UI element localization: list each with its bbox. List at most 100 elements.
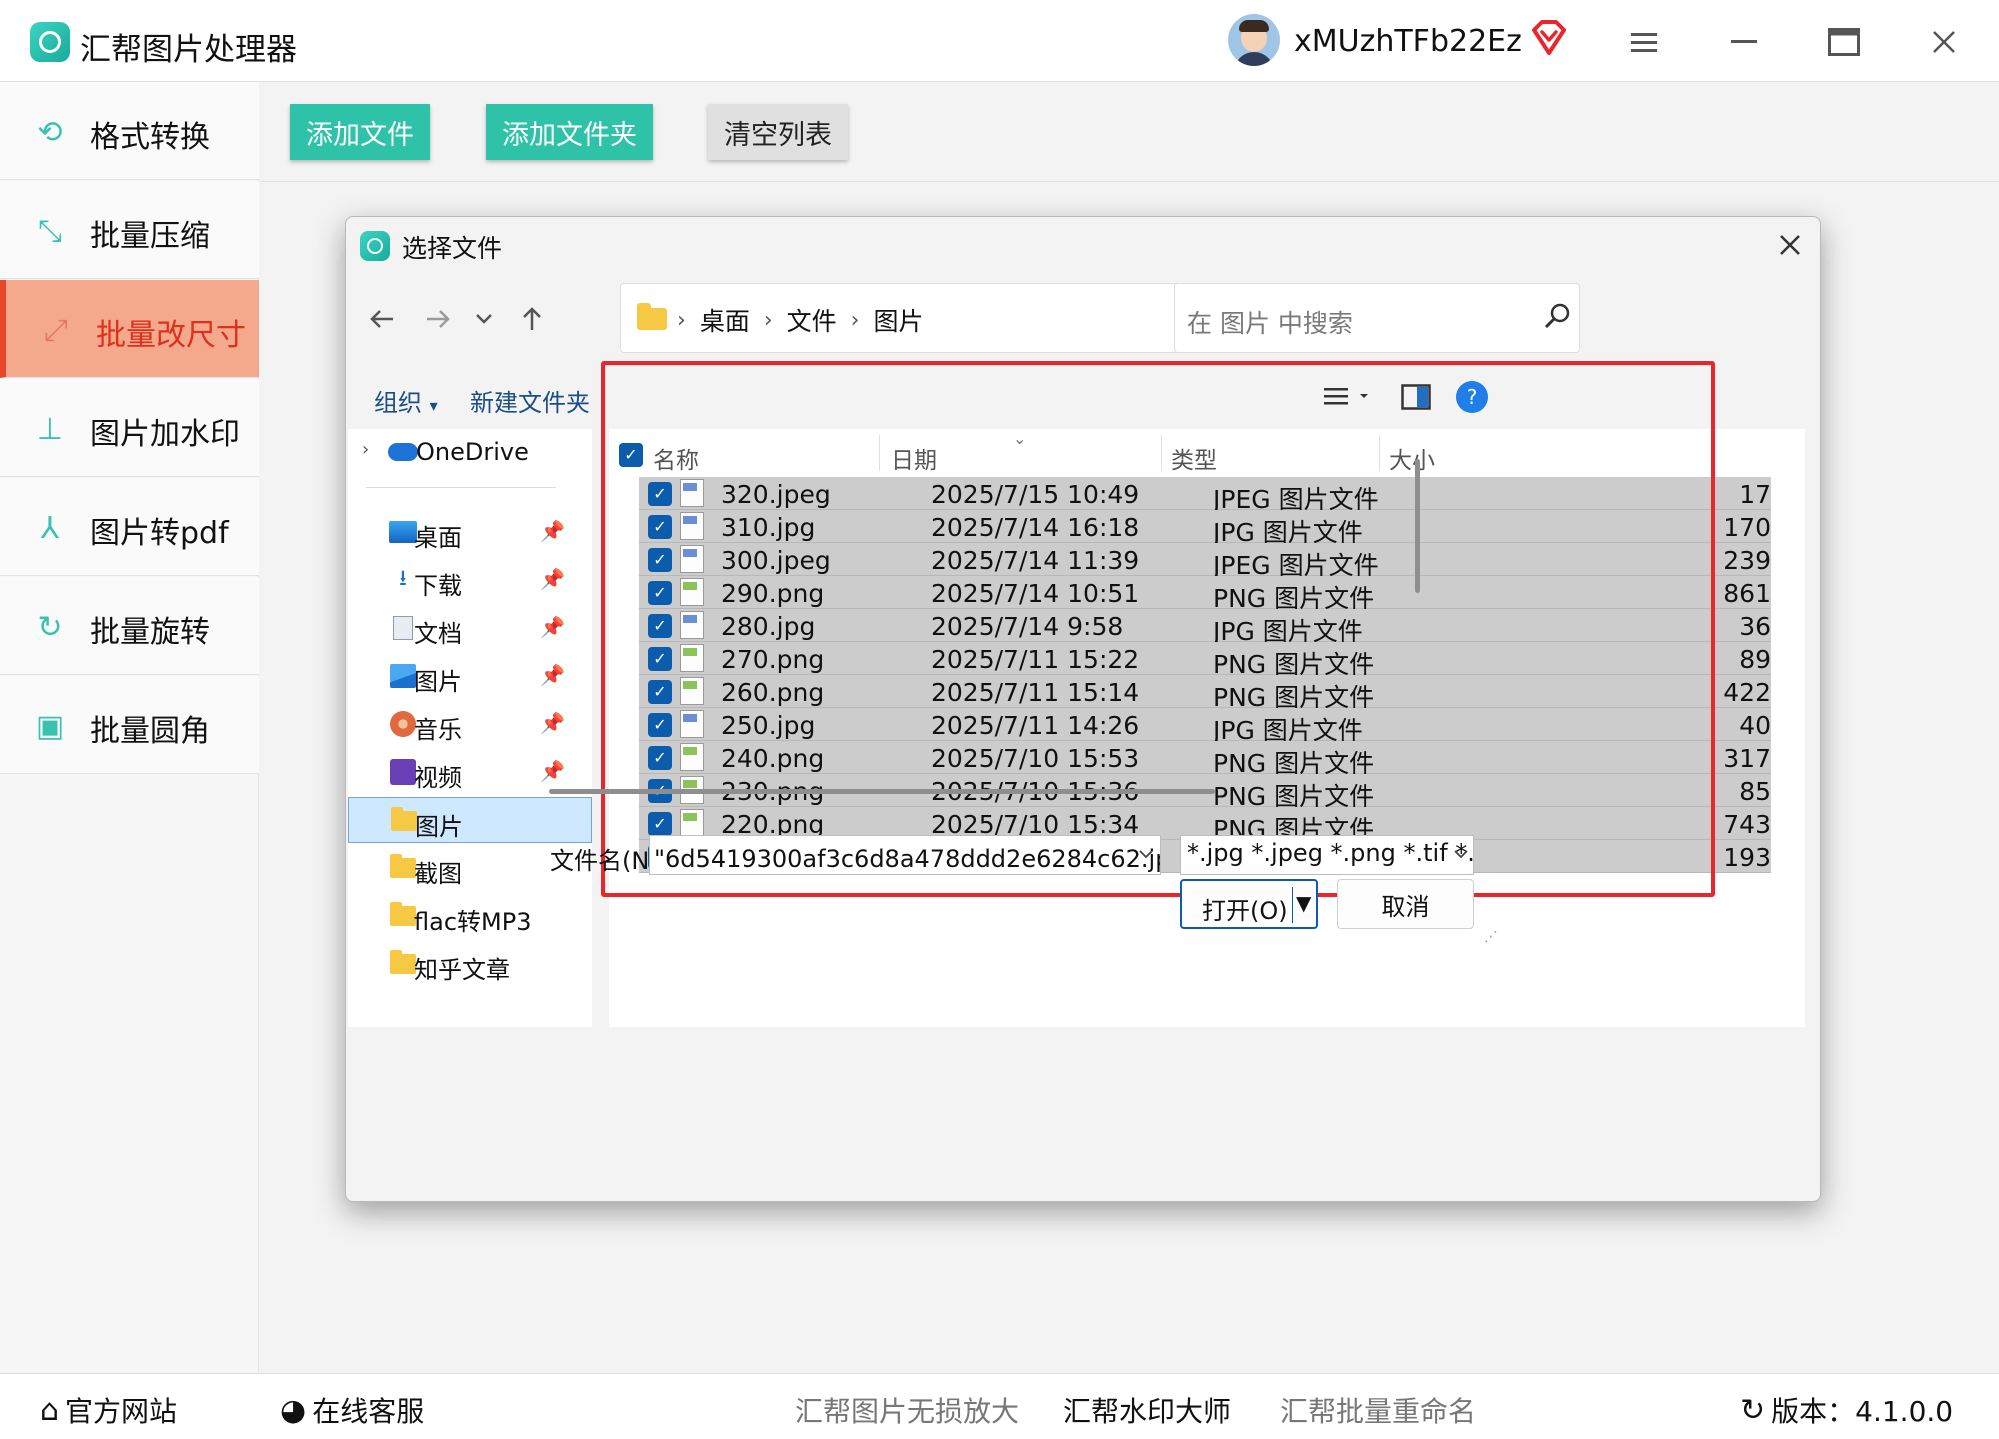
row-checkbox[interactable]: ✓ bbox=[648, 746, 672, 770]
open-button[interactable]: 打开(O) ▼ bbox=[1180, 879, 1318, 929]
filename-input[interactable]: "6d5419300af3c6d8a478ddd2e6284c62.jpeg" … bbox=[649, 835, 1161, 875]
clear-list-button[interactable]: 清空列表 bbox=[708, 104, 848, 160]
nav-item-downloads[interactable]: ⭳ 下载 📌 bbox=[348, 557, 592, 603]
close-icon[interactable] bbox=[1924, 22, 1964, 62]
search-icon[interactable] bbox=[1541, 300, 1573, 336]
vip-diamond-icon[interactable] bbox=[1530, 20, 1568, 56]
breadcrumb-item-files[interactable]: 文件 bbox=[787, 302, 837, 338]
expand-chevron-icon[interactable]: › bbox=[362, 439, 369, 460]
file-name: 250.jpg bbox=[721, 711, 816, 740]
pin-icon[interactable]: 📌 bbox=[540, 567, 565, 591]
table-row[interactable]: ✓ 320.jpeg 2025/7/15 10:49 JPEG 图片文件 17 bbox=[639, 477, 1771, 514]
column-divider[interactable] bbox=[879, 435, 880, 471]
breadcrumb-item-pictures[interactable]: 图片 bbox=[873, 302, 923, 338]
column-header-size[interactable]: 大小 bbox=[1389, 441, 1435, 475]
nav-item-label: 图片 bbox=[414, 668, 462, 696]
sidebar-item-round-corner[interactable]: ▣ 批量圆角 bbox=[0, 676, 259, 774]
nav-item-desktop[interactable]: 桌面 📌 bbox=[348, 509, 592, 555]
footer-link-upscale[interactable]: 汇帮图片无损放大 bbox=[795, 1390, 1019, 1430]
menu-icon[interactable] bbox=[1624, 22, 1664, 62]
sidebar-item-resize[interactable]: ⤢ 批量改尺寸 bbox=[0, 280, 259, 378]
row-checkbox[interactable]: ✓ bbox=[648, 581, 672, 605]
nav-item-pictures-folder[interactable]: 图片 bbox=[348, 797, 592, 843]
table-row[interactable]: ✓ 280.jpg 2025/7/14 9:58 JPG 图片文件 36 bbox=[639, 609, 1771, 646]
filter-dropdown-chevron-icon[interactable] bbox=[1454, 843, 1468, 864]
search-input[interactable]: 在 图片 中搜索 bbox=[1187, 304, 1353, 340]
sidebar-item-rotate[interactable]: ↻ 批量旋转 bbox=[0, 577, 259, 675]
version-info[interactable]: ↻ 版本：4.1.0.0 bbox=[1740, 1390, 1953, 1430]
file-name: 320.jpeg bbox=[721, 480, 831, 509]
nav-item-onedrive[interactable]: › OneDrive bbox=[348, 429, 592, 477]
table-row[interactable]: ✓ 270.png 2025/7/11 15:22 PNG 图片文件 89 bbox=[639, 642, 1771, 679]
resize-grip-icon[interactable]: ⋰ bbox=[1484, 929, 1498, 945]
image-file-icon bbox=[680, 743, 704, 771]
footer-link-rename[interactable]: 汇帮批量重命名 bbox=[1280, 1390, 1476, 1430]
sidebar-item-watermark[interactable]: ⊥ 图片加水印 bbox=[0, 379, 259, 477]
pin-icon[interactable]: 📌 bbox=[540, 711, 565, 735]
table-row[interactable]: ✓ 250.jpg 2025/7/11 14:26 JPG 图片文件 40 bbox=[639, 708, 1771, 745]
nav-item-flac-mp3[interactable]: flac转MP3 bbox=[348, 893, 592, 939]
column-divider[interactable] bbox=[1379, 435, 1380, 471]
row-checkbox[interactable]: ✓ bbox=[648, 548, 672, 572]
organize-menu[interactable]: 组织 ▾ bbox=[374, 383, 438, 418]
table-row[interactable]: ✓ 260.png 2025/7/11 15:14 PNG 图片文件 422 bbox=[639, 675, 1771, 712]
file-type-filter-select[interactable]: *.jpg *.jpeg *.png *.tif *.bmp * bbox=[1180, 835, 1474, 875]
nav-item-pictures[interactable]: 图片 📌 bbox=[348, 653, 592, 699]
back-arrow-icon[interactable] bbox=[362, 299, 402, 339]
cancel-button[interactable]: 取消 bbox=[1337, 879, 1474, 929]
sidebar-item-pdf[interactable]: ⅄ 图片转pdf bbox=[0, 478, 259, 576]
row-checkbox[interactable]: ✓ bbox=[648, 614, 672, 638]
add-folder-button[interactable]: 添加文件夹 bbox=[486, 104, 653, 160]
select-all-checkbox[interactable]: ✓ bbox=[619, 443, 643, 467]
footer-link-watermark[interactable]: 汇帮水印大师 bbox=[1063, 1390, 1231, 1430]
minimize-icon[interactable] bbox=[1724, 22, 1764, 62]
table-row[interactable]: ✓ 240.png 2025/7/10 15:53 PNG 图片文件 317 bbox=[639, 741, 1771, 778]
nav-item-documents[interactable]: 文档 📌 bbox=[348, 605, 592, 651]
row-checkbox[interactable]: ✓ bbox=[648, 812, 672, 836]
table-row[interactable]: ✓ 290.png 2025/7/14 10:51 PNG 图片文件 861 bbox=[639, 576, 1771, 613]
row-checkbox[interactable]: ✓ bbox=[648, 647, 672, 671]
app-title: 汇帮图片处理器 bbox=[80, 32, 297, 68]
sidebar-item-label: 批量旋转 bbox=[90, 615, 210, 650]
table-row[interactable]: ✓ 310.jpg 2025/7/14 16:18 JPG 图片文件 170 bbox=[639, 510, 1771, 547]
column-header-date[interactable]: 日期 bbox=[891, 441, 937, 475]
pin-icon[interactable]: 📌 bbox=[540, 663, 565, 687]
search-box[interactable]: 在 图片 中搜索 bbox=[1174, 283, 1580, 353]
preview-pane-icon[interactable] bbox=[1396, 379, 1436, 415]
user-avatar[interactable] bbox=[1228, 14, 1280, 66]
help-icon[interactable]: ? bbox=[1452, 379, 1492, 415]
open-dropdown-arrow-icon[interactable]: ▼ bbox=[1296, 891, 1311, 915]
new-folder-button[interactable]: 新建文件夹 bbox=[470, 383, 590, 418]
add-file-button[interactable]: 添加文件 bbox=[290, 104, 430, 160]
sidebar-item-format-convert[interactable]: ⟲ 格式转换 bbox=[0, 82, 259, 180]
file-list-vertical-scrollbar[interactable] bbox=[1415, 459, 1420, 593]
view-options-icon[interactable] bbox=[1318, 379, 1378, 415]
breadcrumb-item-desktop[interactable]: 桌面 bbox=[700, 302, 750, 338]
row-checkbox[interactable]: ✓ bbox=[648, 515, 672, 539]
nav-item-music[interactable]: 音乐 📌 bbox=[348, 701, 592, 747]
recent-locations-chevron-icon[interactable] bbox=[464, 299, 504, 339]
official-website-link[interactable]: ⌂ 官方网站 bbox=[40, 1390, 177, 1430]
pin-icon[interactable]: 📌 bbox=[540, 759, 565, 783]
file-list-horizontal-scrollbar[interactable] bbox=[549, 789, 1215, 794]
row-checkbox[interactable]: ✓ bbox=[648, 713, 672, 737]
column-divider[interactable] bbox=[1161, 435, 1162, 471]
dialog-close-icon[interactable] bbox=[1770, 225, 1810, 265]
pin-icon[interactable]: 📌 bbox=[540, 615, 565, 639]
row-checkbox[interactable]: ✓ bbox=[648, 482, 672, 506]
compress-icon: ⤡ bbox=[38, 213, 62, 249]
online-support-link[interactable]: ◕ 在线客服 bbox=[280, 1390, 424, 1430]
dialog-command-bar: 组织 ▾ 新建文件夹 ? bbox=[346, 365, 1820, 429]
nav-item-zhihu-articles[interactable]: 知乎文章 bbox=[348, 941, 592, 987]
column-header-name[interactable]: 名称 bbox=[653, 441, 699, 475]
username[interactable]: xMUzhTFb22Ez bbox=[1294, 24, 1522, 59]
column-header-type[interactable]: 类型 bbox=[1171, 441, 1217, 475]
maximize-icon[interactable] bbox=[1824, 22, 1864, 62]
up-arrow-icon[interactable] bbox=[512, 299, 552, 339]
table-row[interactable]: ✓ 300.jpeg 2025/7/14 11:39 JPEG 图片文件 239 bbox=[639, 543, 1771, 580]
pin-icon[interactable]: 📌 bbox=[540, 519, 565, 543]
row-checkbox[interactable]: ✓ bbox=[648, 680, 672, 704]
filename-dropdown-chevron-icon[interactable] bbox=[1139, 843, 1153, 864]
sidebar-item-compress[interactable]: ⤡ 批量压缩 bbox=[0, 181, 259, 279]
forward-arrow-icon[interactable] bbox=[418, 299, 458, 339]
